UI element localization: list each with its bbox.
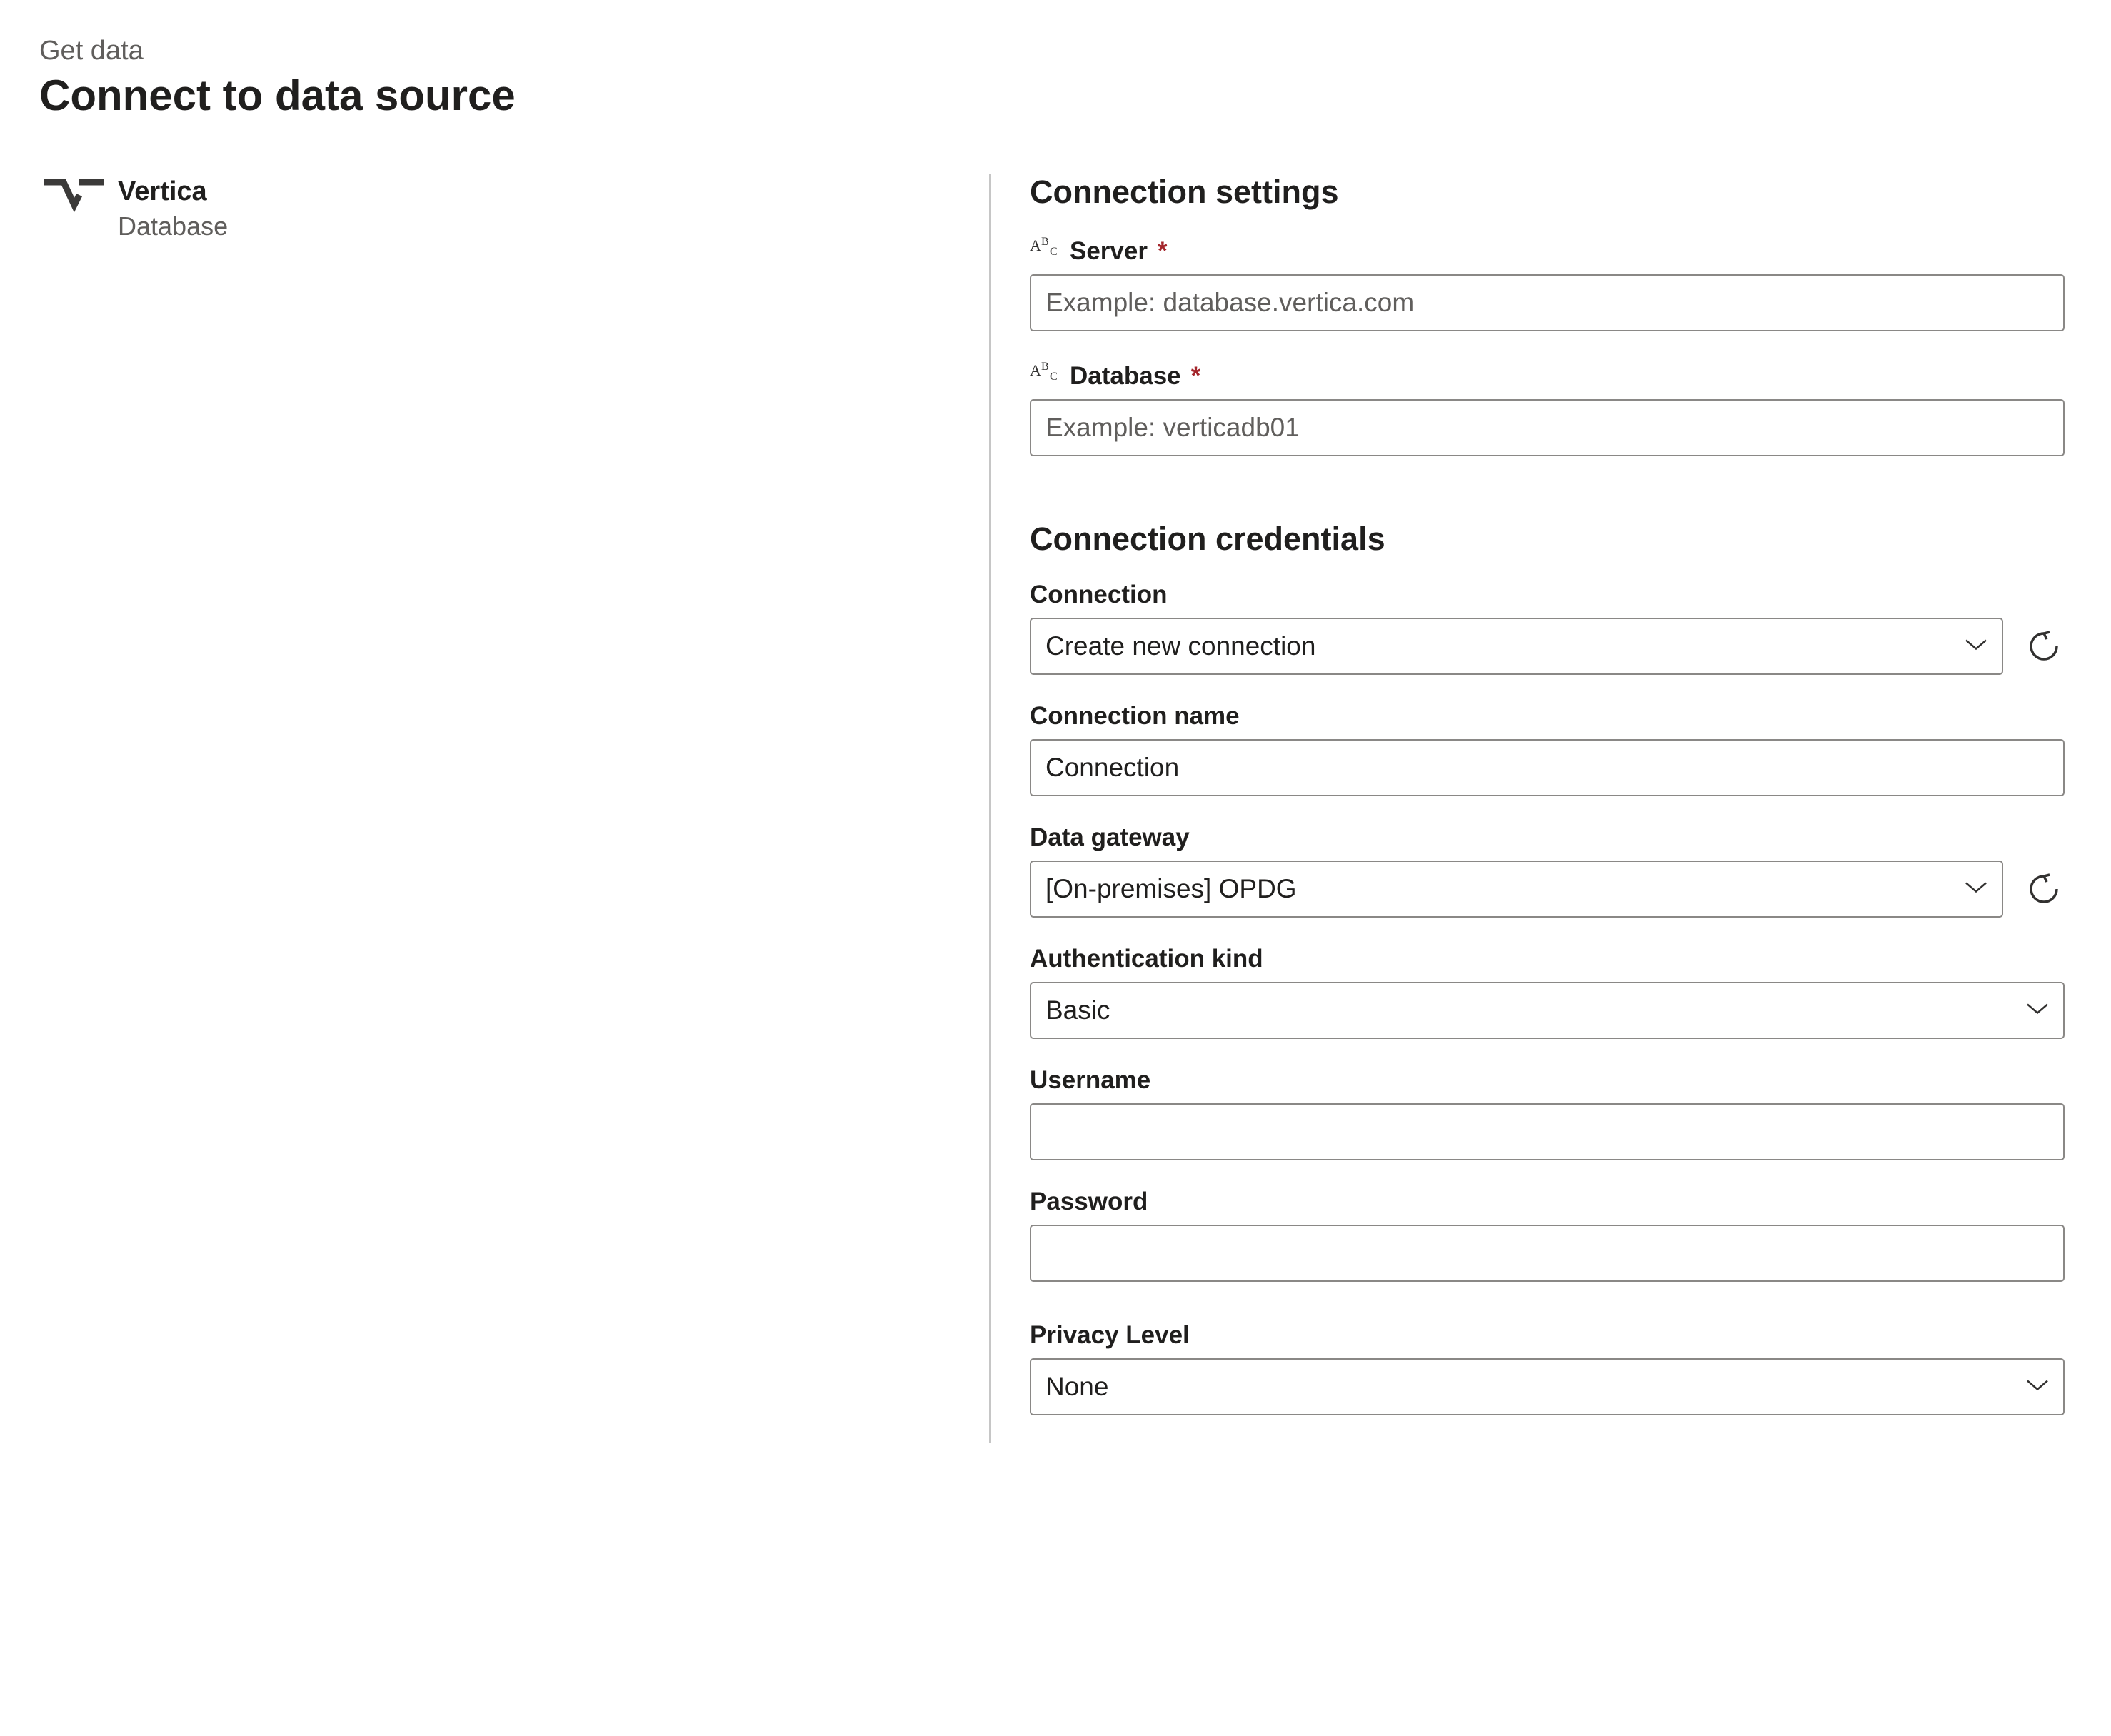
connection-name-input[interactable] xyxy=(1030,739,2065,796)
password-input[interactable] xyxy=(1030,1225,2065,1282)
connector-category: Database xyxy=(118,211,228,241)
connection-name-label: Connection name xyxy=(1030,702,1240,731)
refresh-icon xyxy=(2027,629,2061,663)
refresh-connection-button[interactable] xyxy=(2023,626,2065,667)
auth-kind-select-value: Basic xyxy=(1046,995,1110,1025)
svg-text:A: A xyxy=(1030,361,1041,379)
vertica-icon xyxy=(39,176,118,219)
refresh-icon xyxy=(2027,872,2061,906)
required-asterisk: * xyxy=(1191,362,1201,391)
username-label: Username xyxy=(1030,1066,1150,1095)
connection-select[interactable]: Create new connection xyxy=(1030,618,2003,675)
privacy-level-select[interactable]: None xyxy=(1030,1358,2065,1415)
svg-text:C: C xyxy=(1050,246,1058,258)
data-gateway-label: Data gateway xyxy=(1030,823,1190,852)
database-label: Database xyxy=(1070,362,1181,391)
connector-name: Vertica xyxy=(118,176,228,207)
breadcrumb: Get data xyxy=(39,36,2072,66)
svg-text:C: C xyxy=(1050,371,1058,383)
server-label: Server xyxy=(1070,237,1148,266)
auth-kind-label: Authentication kind xyxy=(1030,945,1263,973)
text-type-icon: A B C xyxy=(1030,234,1063,259)
connection-credentials-heading: Connection credentials xyxy=(1030,521,2065,558)
connection-label: Connection xyxy=(1030,581,1167,609)
privacy-level-label: Privacy Level xyxy=(1030,1321,1190,1350)
auth-kind-select[interactable]: Basic xyxy=(1030,982,2065,1039)
database-input[interactable] xyxy=(1030,399,2065,456)
page-title: Connect to data source xyxy=(39,71,2072,120)
connection-select-value: Create new connection xyxy=(1046,631,1315,661)
server-input[interactable] xyxy=(1030,274,2065,331)
svg-text:B: B xyxy=(1041,361,1049,373)
connection-settings-heading: Connection settings xyxy=(1030,174,2065,211)
privacy-level-select-value: None xyxy=(1046,1372,1108,1402)
username-input[interactable] xyxy=(1030,1103,2065,1160)
svg-text:B: B xyxy=(1041,236,1049,248)
password-label: Password xyxy=(1030,1188,1148,1216)
svg-text:A: A xyxy=(1030,236,1041,254)
refresh-gateway-button[interactable] xyxy=(2023,868,2065,910)
text-type-icon: A B C xyxy=(1030,358,1063,384)
data-gateway-select-value: [On-premises] OPDG xyxy=(1046,874,1297,904)
required-asterisk: * xyxy=(1158,237,1168,266)
data-gateway-select[interactable]: [On-premises] OPDG xyxy=(1030,861,2003,918)
